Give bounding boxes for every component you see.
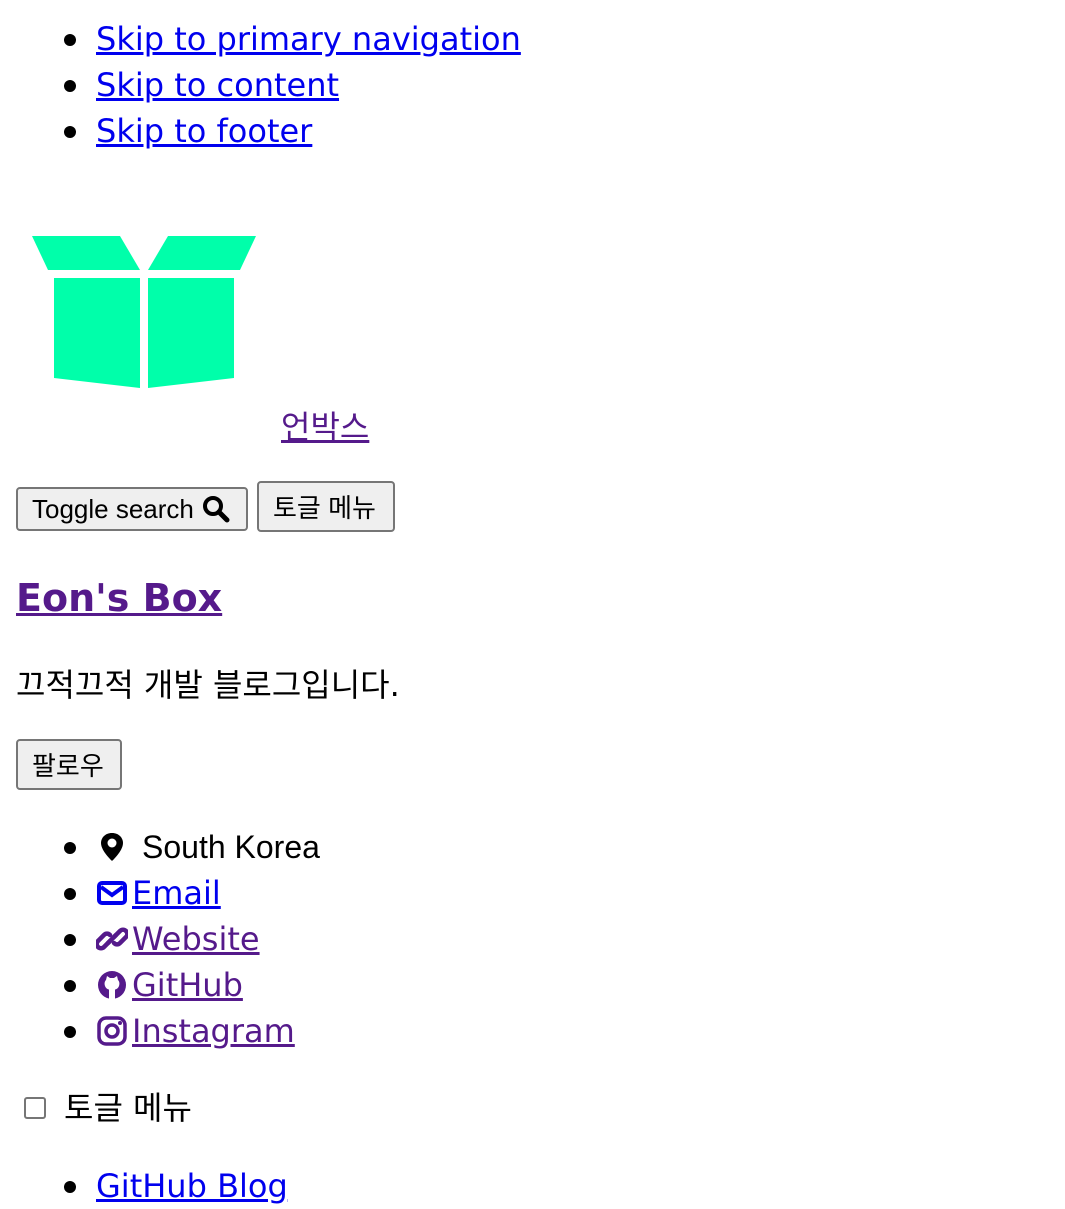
author-location-item: South Korea [64, 824, 320, 870]
author-website-item: Website [64, 916, 320, 962]
sidebar-nav-item: GitHub Blog [64, 1163, 288, 1209]
envelope-icon [96, 877, 128, 909]
sidebar-nav: GitHub Blog [0, 1163, 288, 1209]
map-marker-icon [96, 831, 128, 863]
toggle-search-label: Toggle search [32, 493, 194, 524]
sidebar-nav-link-github-blog[interactable]: GitHub Blog [96, 1167, 288, 1205]
github-icon [96, 969, 128, 1001]
author-name: Eon's Box [16, 572, 222, 624]
skip-link-item: Skip to primary navigation [64, 16, 521, 62]
email-link[interactable]: Email [132, 870, 221, 916]
toggle-menu-button[interactable]: 토글 메뉴 [257, 481, 395, 532]
github-link[interactable]: GitHub [132, 962, 243, 1008]
box-logo-icon [32, 236, 256, 388]
author-github-item: GitHub [64, 962, 320, 1008]
nav-toggle-checkbox[interactable] [24, 1097, 46, 1119]
search-icon [202, 495, 230, 523]
nav-toggle[interactable]: 토글 메뉴 [24, 1085, 192, 1131]
nav-toggle-label: 토글 메뉴 [64, 1089, 192, 1127]
location-text: South Korea [142, 829, 320, 865]
author-links: South Korea Email Website GitHub Instagr… [0, 824, 320, 1054]
website-link[interactable]: Website [132, 916, 260, 962]
skip-links: Skip to primary navigation Skip to conte… [0, 16, 521, 154]
skip-to-navigation-link[interactable]: Skip to primary navigation [96, 20, 521, 58]
site-logo-link[interactable] [28, 232, 260, 392]
author-name-link[interactable]: Eon's Box [16, 576, 222, 620]
follow-label: 팔로우 [32, 751, 104, 781]
toggle-menu-label: 토글 메뉴 [273, 493, 376, 523]
instagram-icon [96, 1015, 128, 1047]
skip-link-item: Skip to content [64, 62, 521, 108]
follow-button[interactable]: 팔로우 [16, 739, 122, 790]
author-bio: 끄적끄적 개발 블로그입니다. [16, 666, 400, 704]
site-title-link[interactable]: 언박스 [281, 404, 369, 450]
instagram-link[interactable]: Instagram [132, 1008, 295, 1054]
skip-to-footer-link[interactable]: Skip to footer [96, 112, 312, 150]
author-instagram-item: Instagram [64, 1008, 320, 1054]
toggle-search-button[interactable]: Toggle search [16, 487, 248, 531]
author-email-item: Email [64, 870, 320, 916]
skip-link-item: Skip to footer [64, 108, 521, 154]
skip-to-content-link[interactable]: Skip to content [96, 66, 339, 104]
link-icon [96, 923, 128, 955]
